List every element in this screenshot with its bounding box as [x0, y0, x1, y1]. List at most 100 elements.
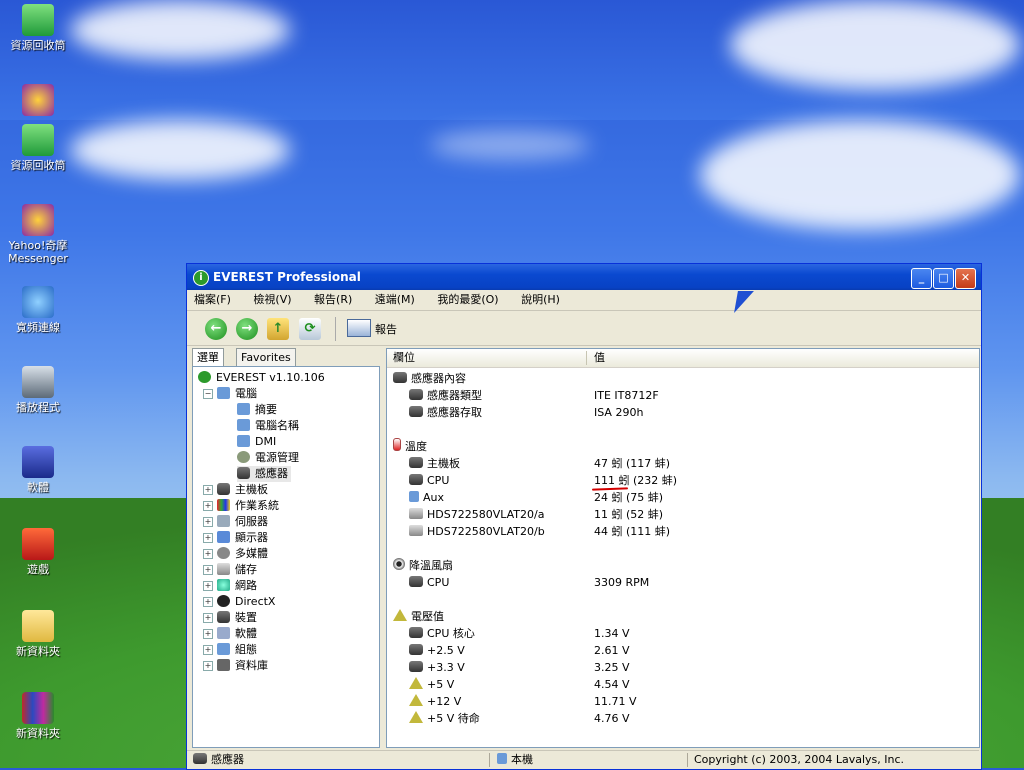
- value-cell: ISA 290h: [594, 406, 644, 419]
- computer-icon: [237, 419, 250, 431]
- expand-toggle[interactable]: +: [203, 629, 213, 639]
- desktop-icon-software[interactable]: 軟體: [4, 446, 72, 494]
- title-bar[interactable]: i EVEREST Professional _ □ ✕: [187, 264, 981, 290]
- field-label: CPU: [427, 474, 450, 487]
- tree-os[interactable]: 作業系統: [217, 498, 279, 514]
- tree-computer[interactable]: 電腦: [217, 386, 257, 402]
- tree-view: EVEREST v1.10.106 − 電腦 摘要 電腦名稱 DMI 電源管理 …: [192, 366, 380, 748]
- list-item[interactable]: +5 V 待命: [409, 710, 480, 727]
- forward-button[interactable]: →: [236, 318, 258, 340]
- field-label: +5 V 待命: [427, 712, 480, 725]
- expand-toggle[interactable]: +: [203, 533, 213, 543]
- desktop-icon-recycle-bin[interactable]: 資源回收筒: [4, 4, 72, 52]
- expand-toggle[interactable]: +: [203, 517, 213, 527]
- tree-storage[interactable]: 儲存: [217, 562, 257, 578]
- expand-toggle[interactable]: +: [203, 661, 213, 671]
- expand-toggle[interactable]: +: [203, 645, 213, 655]
- list-item[interactable]: Aux: [409, 489, 444, 506]
- list-item[interactable]: CPU: [409, 472, 449, 489]
- minimize-button[interactable]: _: [911, 268, 932, 289]
- menu-help[interactable]: 說明(H): [518, 293, 563, 306]
- desktop-icon-yahoo[interactable]: [4, 84, 72, 119]
- list-item[interactable]: 感應器類型: [409, 387, 482, 404]
- tree-network[interactable]: 網路: [217, 578, 257, 594]
- list-item[interactable]: +12 V: [409, 693, 461, 710]
- menu-report[interactable]: 報告(R): [311, 293, 355, 306]
- field-label: +2.5 V: [427, 644, 465, 657]
- tree-label: 資料庫: [235, 659, 268, 672]
- expand-toggle[interactable]: +: [203, 485, 213, 495]
- sensor-icon: [193, 753, 207, 764]
- list-item[interactable]: HDS722580VLAT20/a: [409, 506, 544, 523]
- desktop-icon-player[interactable]: 播放程式: [4, 366, 72, 414]
- expand-toggle[interactable]: +: [203, 501, 213, 511]
- list-item[interactable]: +3.3 V: [409, 659, 465, 676]
- list-item[interactable]: 主機板: [409, 455, 460, 472]
- report-button[interactable]: 報告: [347, 319, 397, 339]
- list-item[interactable]: 感應器存取: [409, 404, 482, 421]
- list-item[interactable]: +5 V: [409, 676, 454, 693]
- fan-icon: [393, 558, 405, 570]
- tree-server[interactable]: 伺服器: [217, 514, 268, 530]
- desktop-icon-new-folder-2[interactable]: 新資料夾: [4, 692, 72, 740]
- list-item[interactable]: +2.5 V: [409, 642, 465, 659]
- desktop-icon-games[interactable]: 遊戲: [4, 528, 72, 576]
- sensor-icon: [409, 406, 423, 417]
- tree-label: 軟體: [235, 627, 257, 640]
- tree-label: EVEREST v1.10.106: [216, 371, 325, 384]
- tab-favorites[interactable]: Favorites: [236, 348, 296, 366]
- list-item[interactable]: CPU: [409, 574, 449, 591]
- collapse-toggle[interactable]: −: [203, 389, 213, 399]
- tree-dmi[interactable]: DMI: [237, 434, 276, 450]
- group-header-cooling-fans[interactable]: 降溫風扇: [393, 557, 453, 574]
- tree-directx[interactable]: DirectX: [217, 594, 275, 610]
- expand-toggle[interactable]: +: [203, 613, 213, 623]
- tree-summary[interactable]: 摘要: [237, 402, 277, 418]
- maximize-button[interactable]: □: [933, 268, 954, 289]
- up-button[interactable]: ↑: [267, 318, 289, 340]
- tab-menu[interactable]: 選單: [192, 348, 224, 366]
- tree-database[interactable]: 資料庫: [217, 658, 268, 674]
- tree-devices[interactable]: 裝置: [217, 610, 257, 626]
- expand-toggle[interactable]: +: [203, 549, 213, 559]
- refresh-button[interactable]: ⟳: [299, 318, 321, 340]
- field-label: +12 V: [427, 695, 462, 708]
- tree-display[interactable]: 顯示器: [217, 530, 268, 546]
- back-button[interactable]: ←: [205, 318, 227, 340]
- desktop-icon-new-folder[interactable]: 新資料夾: [4, 610, 72, 658]
- expand-toggle[interactable]: +: [203, 597, 213, 607]
- tree-computer-name[interactable]: 電腦名稱: [237, 418, 299, 434]
- tree-label: 網路: [235, 579, 257, 592]
- tree-multimedia[interactable]: 多媒體: [217, 546, 268, 562]
- desktop-icon-broadband[interactable]: 寬頻連線: [4, 286, 72, 334]
- voltage-icon: [393, 609, 407, 621]
- menu-view[interactable]: 檢視(V): [250, 293, 294, 306]
- tree-power[interactable]: 電源管理: [237, 450, 299, 466]
- column-header-field[interactable]: 欄位: [393, 349, 415, 367]
- list-item[interactable]: HDS722580VLAT20/b: [409, 523, 545, 540]
- group-header-voltage[interactable]: 電壓值: [393, 608, 444, 625]
- desktop-icon-recycle-bin-2[interactable]: 資源回收筒: [4, 124, 72, 172]
- desktop-icon-label: 資源回收筒: [10, 39, 66, 52]
- list-item[interactable]: CPU 核心: [409, 625, 475, 642]
- menu-file[interactable]: 檔案(F): [191, 293, 234, 306]
- tree-motherboard[interactable]: 主機板: [217, 482, 268, 498]
- tree-config[interactable]: 組態: [217, 642, 257, 658]
- expand-toggle[interactable]: +: [203, 565, 213, 575]
- desktop-icon-yahoo-messenger[interactable]: Yahoo!奇摩 Messenger: [4, 204, 72, 265]
- close-button[interactable]: ✕: [955, 268, 976, 289]
- tree-software[interactable]: 軟體: [217, 626, 257, 642]
- group-header-temperature[interactable]: 溫度: [393, 438, 427, 455]
- expand-toggle[interactable]: +: [203, 581, 213, 591]
- group-header-sensor-properties[interactable]: 感應器內容: [393, 370, 466, 387]
- column-divider[interactable]: [586, 351, 587, 365]
- column-header-value[interactable]: 值: [594, 349, 605, 367]
- tree-sensor[interactable]: 感應器: [237, 466, 291, 482]
- value-cell: 4.54 V: [594, 678, 630, 691]
- yahoo-messenger-icon: [22, 84, 54, 116]
- menu-remote[interactable]: 遠端(M): [372, 293, 418, 306]
- refresh-icon: ⟳: [304, 321, 316, 336]
- sensor-icon: [393, 372, 407, 383]
- tree-root[interactable]: EVEREST v1.10.106: [198, 370, 325, 386]
- menu-favorites[interactable]: 我的最愛(O): [434, 293, 501, 306]
